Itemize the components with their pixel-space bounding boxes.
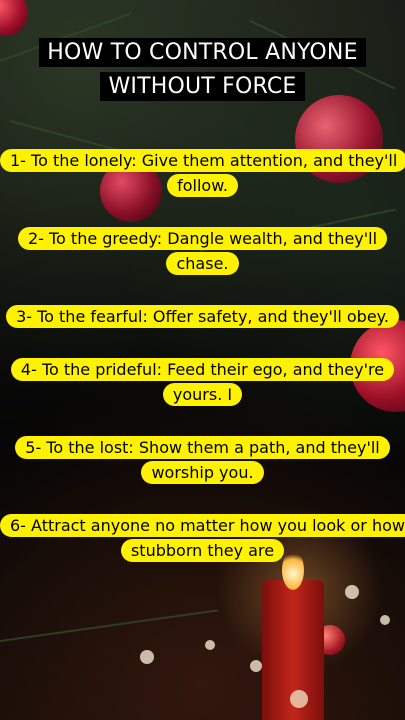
tip-text: 5- To the lost: Show them a path, and th… <box>15 436 390 484</box>
bokeh-light <box>205 640 215 650</box>
bokeh-light <box>140 650 154 664</box>
tip-text: 3- To the fearful: Offer safety, and the… <box>6 305 399 328</box>
pine-branch <box>0 609 218 642</box>
tips-list: 1- To the lonely: Give them attention, a… <box>0 148 405 591</box>
ornament <box>0 0 28 36</box>
list-item: 2- To the greedy: Dangle wealth, and the… <box>0 226 405 276</box>
tip-text: 1- To the lonely: Give them attention, a… <box>0 149 405 197</box>
bokeh-light <box>250 660 262 672</box>
page-title: HOW TO CONTROL ANYONE WITHOUT FORCE <box>39 38 366 101</box>
list-item: 1- To the lonely: Give them attention, a… <box>0 148 405 198</box>
bokeh-light <box>380 615 390 625</box>
star-ornament <box>290 690 308 708</box>
list-item: 3- To the fearful: Offer safety, and the… <box>0 304 405 329</box>
tip-text: 4- To the prideful: Feed their ego, and … <box>10 358 395 406</box>
list-item: 6- Attract anyone no matter how you look… <box>0 513 405 563</box>
title-block: HOW TO CONTROL ANYONE WITHOUT FORCE <box>0 36 405 104</box>
tip-text: 2- To the greedy: Dangle wealth, and the… <box>17 227 388 275</box>
list-item: 5- To the lost: Show them a path, and th… <box>0 435 405 485</box>
list-item: 4- To the prideful: Feed their ego, and … <box>0 357 405 407</box>
tip-text: 6- Attract anyone no matter how you look… <box>0 514 405 562</box>
